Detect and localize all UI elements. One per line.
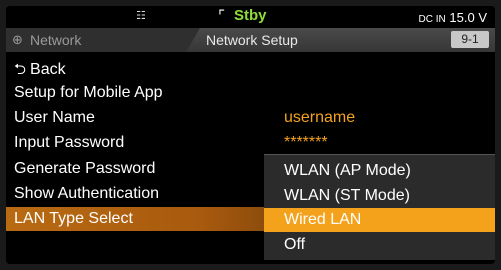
record-icon: ⌜ xyxy=(218,8,226,25)
option-label: Off xyxy=(284,236,306,253)
menu-header: ⊕ Network Network Setup 9-1 xyxy=(6,28,495,52)
tab-network-label: Network xyxy=(30,32,82,48)
menu-item-label: Setup for Mobile App xyxy=(14,84,163,101)
power-source-label: DC IN xyxy=(418,14,446,25)
menu-item-label: Input Password xyxy=(14,134,125,151)
globe-icon: ⊕ xyxy=(12,32,23,47)
menu-item-label: Show Authentication xyxy=(14,185,159,202)
option-label: Wired LAN xyxy=(284,211,362,228)
menu-item-setup-for-mobile-app[interactable]: Setup for Mobile App xyxy=(6,81,495,105)
network-icon: ☷ xyxy=(136,10,146,22)
tab-network[interactable]: ⊕ Network xyxy=(6,28,201,52)
power-indicator: DC IN 15.0 V xyxy=(419,10,487,25)
page-number-badge: 9-1 xyxy=(451,31,489,48)
standby-status: Stby xyxy=(234,7,267,24)
option-off[interactable]: Off xyxy=(264,233,495,257)
lan-type-options-popup: WLAN (AP Mode) WLAN (ST Mode) Wired LAN … xyxy=(264,154,495,260)
menu-item-input-password[interactable]: Input Password ******* xyxy=(6,131,495,155)
menu-item-label: LAN Type Select xyxy=(14,210,133,227)
option-label: WLAN (ST Mode) xyxy=(284,187,410,204)
option-wired-lan[interactable]: Wired LAN xyxy=(264,208,495,232)
status-bar: ☷ ⌜ Stby DC IN 15.0 V xyxy=(6,6,495,28)
option-wlan-st-mode[interactable]: WLAN (ST Mode) xyxy=(264,184,495,208)
voltage-value: 15.0 V xyxy=(449,10,487,25)
option-wlan-ap-mode[interactable]: WLAN (AP Mode) xyxy=(264,159,495,183)
back-label: Back xyxy=(30,61,66,78)
password-value: ******* xyxy=(284,134,328,151)
tab-network-setup-label: Network Setup xyxy=(206,32,298,48)
menu-item-label: Generate Password xyxy=(14,160,156,177)
menu-item-user-name[interactable]: User Name username xyxy=(6,106,495,130)
camera-menu-screen: ☷ ⌜ Stby DC IN 15.0 V ⊕ Network Network … xyxy=(6,6,495,264)
option-label: WLAN (AP Mode) xyxy=(284,162,411,179)
tab-network-setup[interactable]: Network Setup xyxy=(186,28,495,52)
user-name-value: username xyxy=(284,109,356,126)
menu-item-label: User Name xyxy=(14,109,95,126)
menu-item-back[interactable]: ⮌ Back xyxy=(6,56,495,80)
back-arrow-icon: ⮌ xyxy=(14,61,27,78)
